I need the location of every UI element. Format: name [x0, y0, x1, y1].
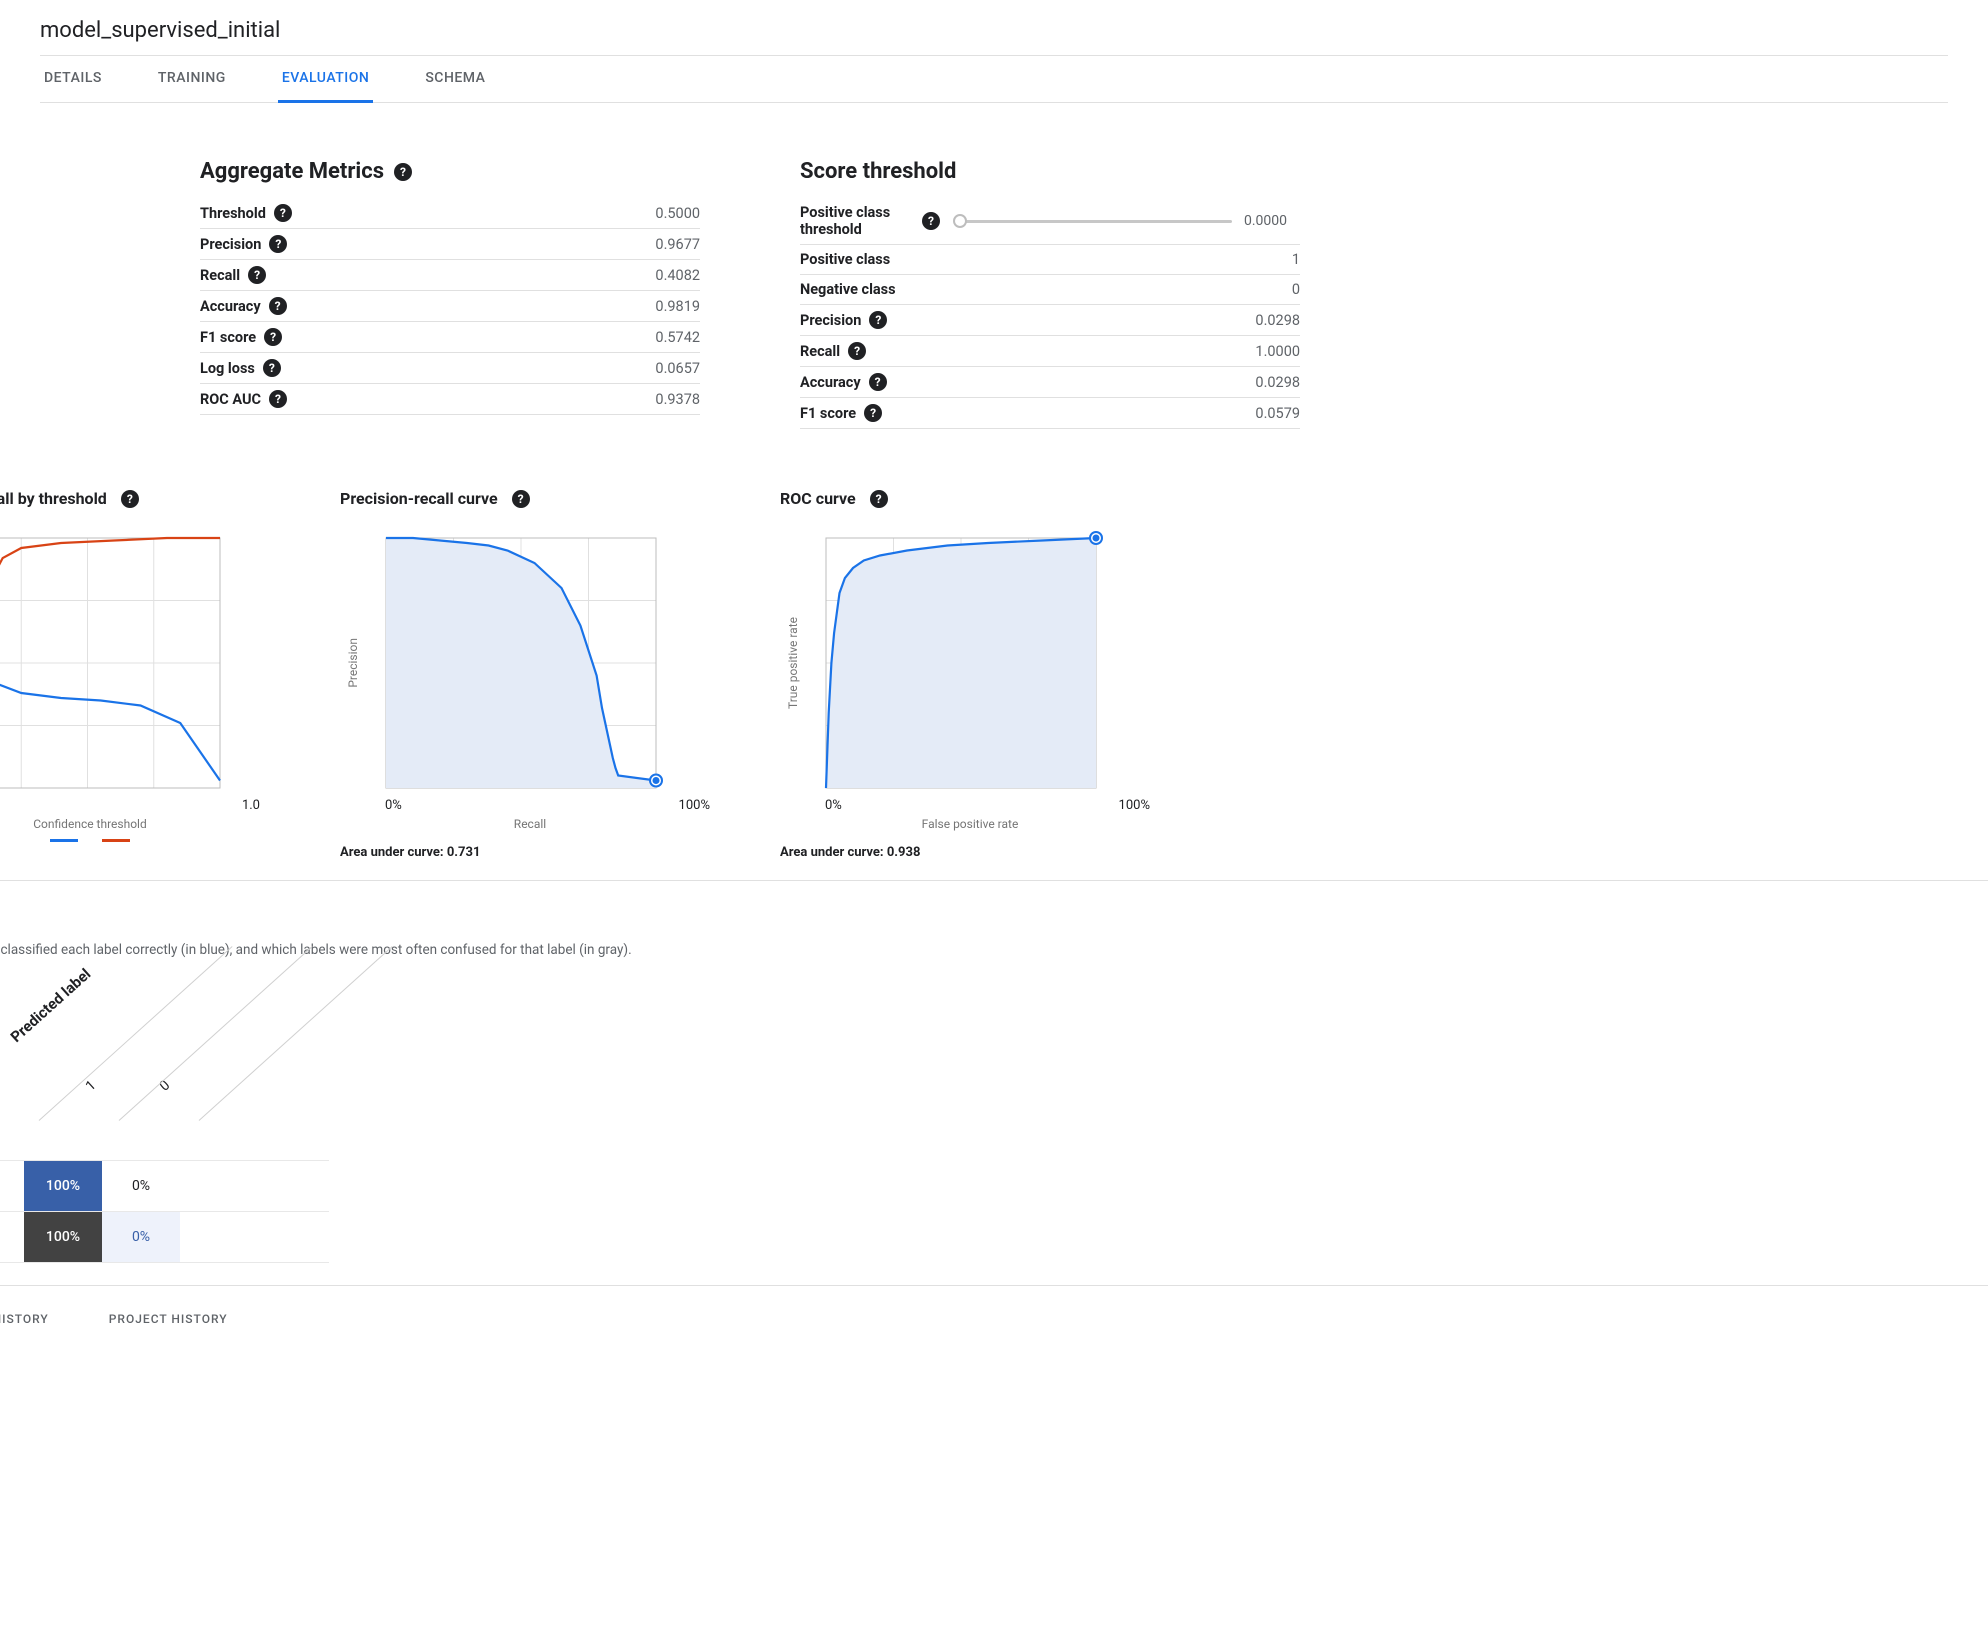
tab-training[interactable]: TRAINING — [154, 56, 230, 102]
help-icon[interactable]: ? — [248, 266, 266, 284]
tab-schema[interactable]: SCHEMA — [421, 56, 489, 102]
metric-row: Recall?1.0000 — [800, 336, 1300, 367]
help-icon[interactable]: ? — [848, 342, 866, 360]
chart-svg — [806, 528, 1106, 798]
threshold-slider[interactable] — [960, 220, 1232, 223]
help-icon[interactable]: ? — [869, 311, 887, 329]
help-icon[interactable]: ? — [121, 490, 139, 508]
help-icon[interactable]: ? — [864, 404, 882, 422]
help-icon[interactable]: ? — [870, 490, 888, 508]
metric-row: Accuracy?0.9819 — [200, 291, 700, 322]
pr-curve-chart: Precision-recall curve ? Precision 0% 10… — [340, 489, 720, 860]
help-icon[interactable]: ? — [274, 204, 292, 222]
metric-row: F1 score?0.5742 — [200, 322, 700, 353]
score-threshold-panel: Score threshold Positive class threshold… — [800, 159, 1300, 429]
help-icon[interactable]: ? — [263, 359, 281, 377]
predicted-label: Predicted label — [7, 965, 94, 1046]
chart-title: Precision-recall curve — [340, 489, 498, 508]
metric-row: F1 score?0.0579 — [800, 398, 1300, 429]
metric-row: Precision?0.9677 — [200, 229, 700, 260]
help-icon[interactable]: ? — [269, 297, 287, 315]
axis-label: Confidence threshold — [0, 817, 280, 831]
metric-row: Precision?0.0298 — [800, 305, 1300, 336]
tick-label: 100% — [679, 798, 710, 813]
matrix-cell: 100% — [24, 1161, 102, 1211]
chart-auc: Area under curve: 0.938 — [780, 845, 1160, 860]
help-icon[interactable]: ? — [512, 490, 530, 508]
aggregate-metrics-panel: Aggregate Metrics ? Threshold?0.5000Prec… — [200, 159, 700, 429]
true-label: True label — [0, 1118, 329, 1160]
page-title: model_supervised_initial — [40, 12, 1948, 55]
help-icon[interactable]: ? — [922, 212, 940, 230]
metric-row: Log loss?0.0657 — [200, 353, 700, 384]
help-icon[interactable]: ? — [269, 390, 287, 408]
chart-svg — [0, 528, 230, 798]
col-label: 1 — [83, 1077, 100, 1094]
legend — [0, 839, 280, 842]
axis-label: Precision — [340, 638, 366, 688]
axis-label: False positive rate — [780, 817, 1160, 831]
chart-auc: Area under curve: 0.731 — [340, 845, 720, 860]
col-label: 0 — [157, 1077, 174, 1094]
tabs: DETAILS TRAINING EVALUATION SCHEMA — [40, 55, 1948, 103]
help-icon[interactable]: ? — [269, 235, 287, 253]
chart-svg — [366, 528, 666, 798]
help-icon[interactable]: ? — [869, 373, 887, 391]
tick-label: 100% — [1119, 798, 1150, 813]
slider-label: Positive class threshold — [800, 204, 914, 238]
metric-row: ROC AUC?0.9378 — [200, 384, 700, 415]
metric-row: Threshold?0.5000 — [200, 198, 700, 229]
axis-label: True positive rate — [780, 617, 806, 709]
chart-title: Precision-recall by threshold — [0, 489, 107, 508]
matrix-cell: 100% — [24, 1212, 102, 1262]
tick-label: 0% — [825, 798, 842, 813]
footer-tab[interactable]: PERSONAL HISTORY — [0, 1312, 49, 1326]
footer-tab[interactable]: PROJECT HISTORY — [109, 1312, 228, 1326]
pr-by-threshold-chart: Precision-recall by threshold ? 0.0 1.0 … — [0, 489, 280, 860]
aggregate-title: Aggregate Metrics — [200, 159, 384, 184]
tick-label: 1.0 — [242, 798, 260, 813]
axis-label: Recall — [340, 817, 720, 831]
metric-row: Accuracy?0.0298 — [800, 367, 1300, 398]
help-icon[interactable]: ? — [264, 328, 282, 346]
table-row: 1100%0% — [0, 1160, 329, 1211]
confusion-desc: This table shows how often the model cla… — [0, 942, 1988, 958]
threshold-title: Score threshold — [800, 159, 1300, 184]
roc-curve-chart: ROC curve ? True positive rate 0% 100% F… — [780, 489, 1160, 860]
matrix-cell: 0% — [102, 1161, 180, 1211]
matrix-cell: 0% — [102, 1212, 180, 1262]
footer-tabs: PERSONAL HISTORY PROJECT HISTORY — [0, 1286, 1988, 1326]
metric-row: Negative class0 — [800, 275, 1300, 305]
metric-row: Recall?0.4082 — [200, 260, 700, 291]
tab-evaluation[interactable]: EVALUATION — [278, 56, 374, 103]
confusion-matrix-panel: Confusion matrix – Item counts This tabl… — [0, 880, 1988, 1286]
slider-value: 0.0000 — [1244, 213, 1300, 229]
tab-details[interactable]: DETAILS — [40, 56, 106, 102]
tick-label: 0% — [385, 798, 402, 813]
chart-title: ROC curve — [780, 489, 856, 508]
table-row: 0100%0% — [0, 1211, 329, 1263]
help-icon[interactable]: ? — [394, 163, 412, 181]
metric-row: Positive class1 — [800, 245, 1300, 275]
